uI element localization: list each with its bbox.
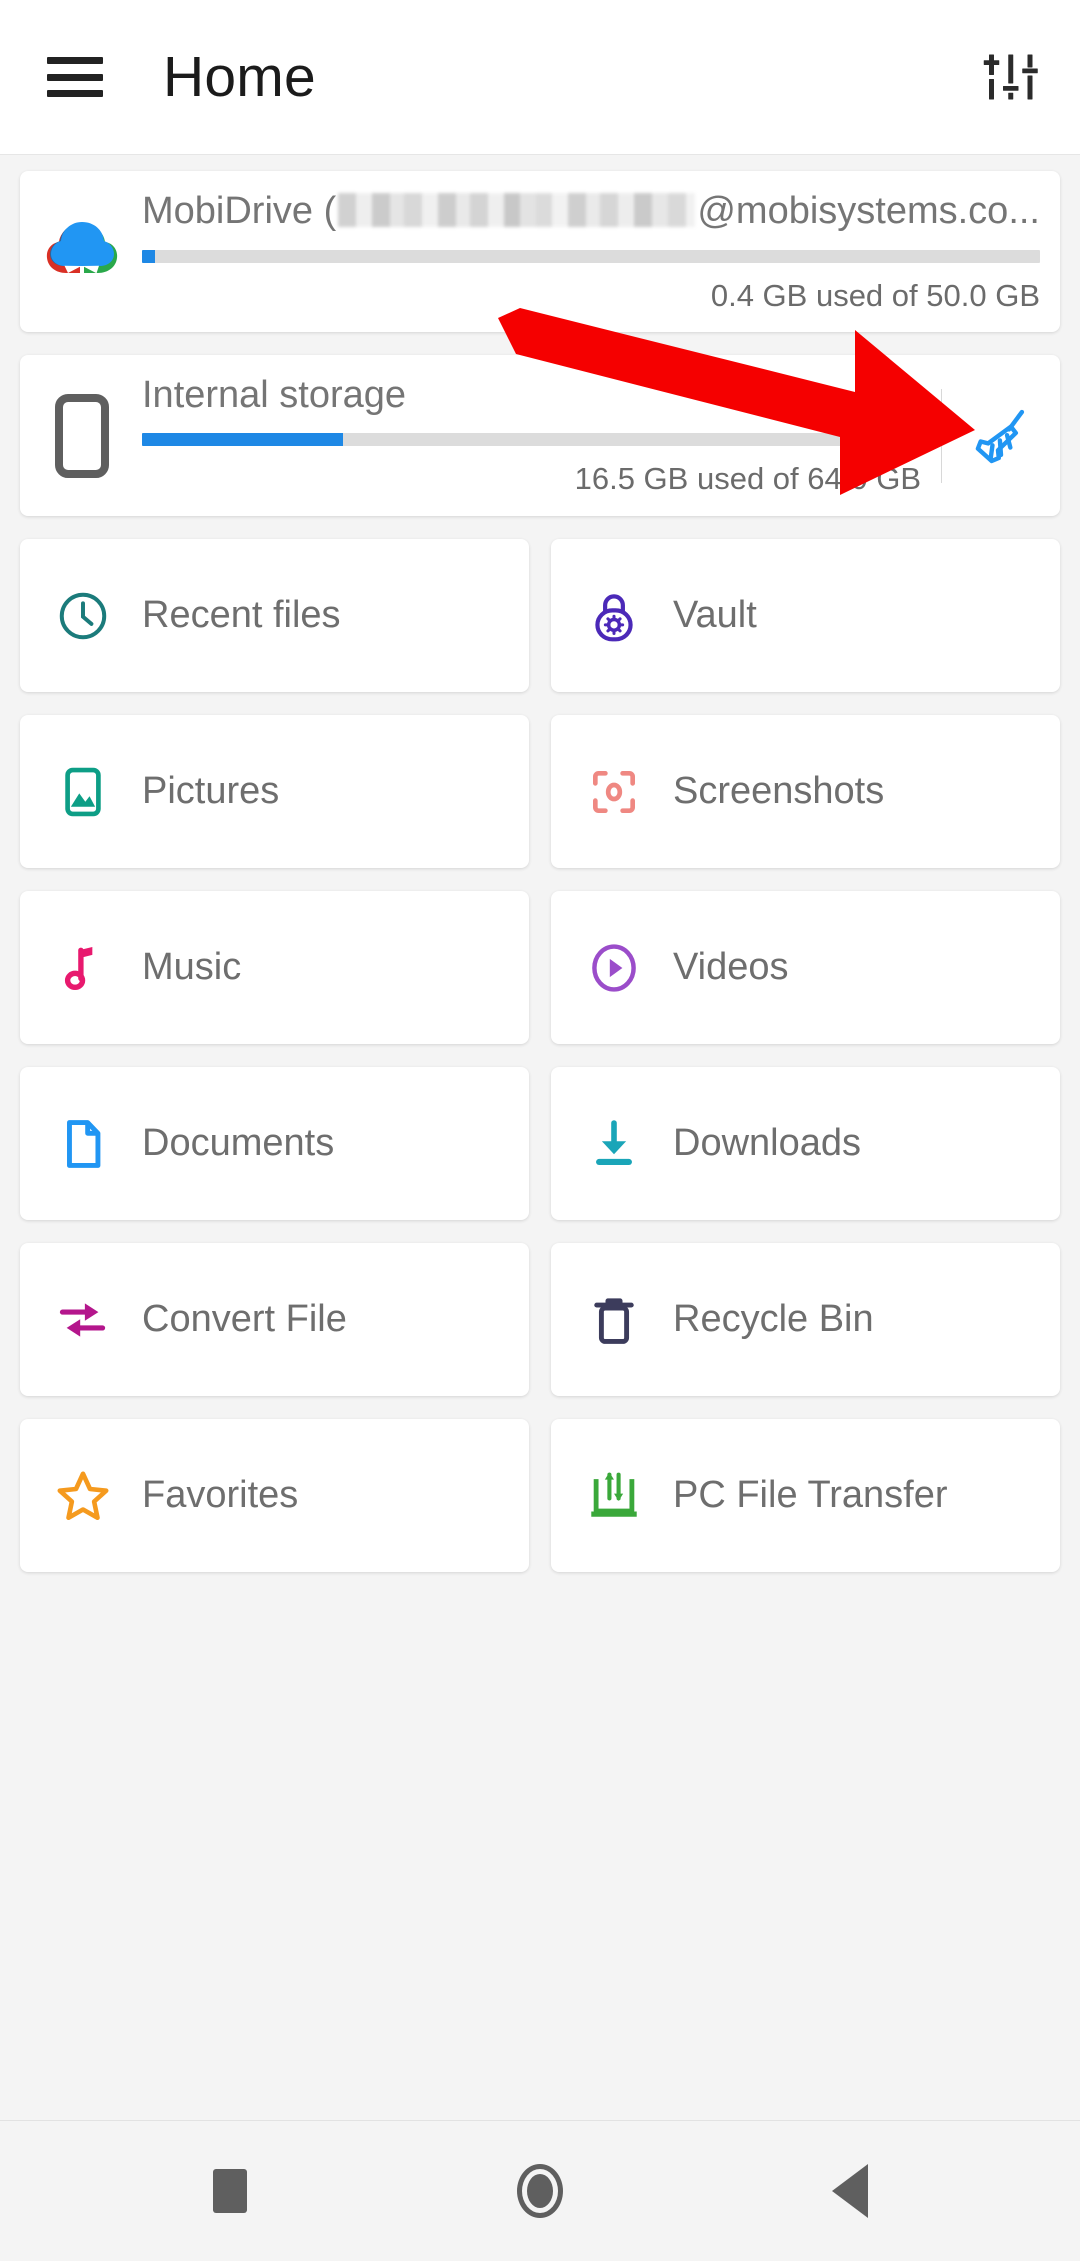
tile-label: Pictures xyxy=(142,770,280,812)
trash-icon xyxy=(583,1289,645,1351)
storage-usage-internal: 16.5 GB used of 64.0 GB xyxy=(574,461,921,497)
download-icon xyxy=(583,1113,645,1175)
star-icon xyxy=(52,1465,114,1527)
storage-name-suffix: @mobisystems.co... xyxy=(697,190,1040,233)
document-glyph xyxy=(67,1119,101,1168)
tile-convert-file[interactable]: Convert File xyxy=(20,1243,529,1396)
phone-device-glyph xyxy=(55,393,109,478)
clock-glyph xyxy=(59,592,107,639)
storage-name-prefix: MobiDrive ( xyxy=(142,190,337,233)
pc-transfer-glyph xyxy=(591,1471,637,1517)
recents-square-icon[interactable] xyxy=(185,2146,275,2236)
hamburger-bar xyxy=(47,73,103,81)
tile-recycle-bin[interactable]: Recycle Bin xyxy=(551,1243,1060,1396)
image-glyph xyxy=(65,767,101,816)
hamburger-menu-icon[interactable] xyxy=(47,57,103,97)
tile-pc-file-transfer[interactable]: PC File Transfer xyxy=(551,1419,1060,1572)
tile-label: Videos xyxy=(673,946,789,988)
screenshot-icon xyxy=(583,761,645,823)
storage-card-internal[interactable]: Internal storage 16.5 GB used of 64.0 GB xyxy=(20,355,1060,516)
tile-downloads[interactable]: Downloads xyxy=(551,1067,1060,1220)
tile-label: Screenshots xyxy=(673,770,885,812)
download-glyph xyxy=(596,1119,632,1165)
storage-progress-mobidrive xyxy=(142,249,1040,263)
pc-transfer-icon xyxy=(583,1465,645,1527)
tile-label: Downloads xyxy=(673,1122,861,1164)
trash-glyph xyxy=(594,1297,634,1344)
tile-videos[interactable]: Videos xyxy=(551,891,1060,1044)
hamburger-bar xyxy=(47,57,103,64)
music-note-glyph xyxy=(64,946,93,990)
convert-arrows-glyph xyxy=(59,1302,106,1337)
screenshot-glyph xyxy=(593,770,635,813)
home-circle-icon[interactable] xyxy=(495,2146,585,2236)
tile-label: Favorites xyxy=(142,1474,299,1516)
tile-label: Documents xyxy=(142,1122,335,1164)
tile-vault[interactable]: Vault xyxy=(551,539,1060,692)
storage-card-mobidrive[interactable]: MobiDrive ( @mobisystems.co... 0.4 GB use… xyxy=(20,171,1060,332)
storage-usage-mobidrive: 0.4 GB used of 50.0 GB xyxy=(710,277,1040,313)
app-root: Home MobiDrive (@mobisystems.co... 0.4 … xyxy=(0,0,1080,2261)
shortcut-grid: Recent files Vault Pictures Screenshots … xyxy=(20,539,1060,1572)
recents-square-glyph xyxy=(213,2169,247,2213)
play-circle-icon xyxy=(583,937,645,999)
tune-sliders-glyph xyxy=(983,54,1038,100)
phone-device-icon xyxy=(44,393,120,479)
page-title: Home xyxy=(163,45,316,109)
clock-icon xyxy=(52,585,114,647)
mobidrive-cloud-icon xyxy=(44,209,120,295)
broom-clean-icon[interactable] xyxy=(942,355,1060,516)
mobidrive-cloud-glyph xyxy=(46,221,118,273)
tile-documents[interactable]: Documents xyxy=(20,1067,529,1220)
tile-label: Music xyxy=(142,946,242,988)
document-icon xyxy=(52,1113,114,1175)
app-header: Home xyxy=(0,0,1080,155)
back-triangle-glyph xyxy=(832,2164,868,2218)
android-nav-bar xyxy=(0,2120,1080,2261)
storage-progress-fill xyxy=(142,249,155,263)
broom-clean-glyph xyxy=(975,409,1025,463)
home-circle-inner xyxy=(527,2174,553,2208)
lock-icon xyxy=(583,585,645,647)
tile-music[interactable]: Music xyxy=(20,891,529,1044)
storage-name-internal: Internal storage xyxy=(142,373,407,416)
tile-label: PC File Transfer xyxy=(673,1474,948,1516)
tile-label: Vault xyxy=(673,594,757,636)
back-triangle-icon[interactable] xyxy=(805,2146,895,2236)
storage-info-internal: Internal storage 16.5 GB used of 64.0 GB xyxy=(120,374,941,498)
tile-label: Convert File xyxy=(142,1298,347,1340)
tile-label: Recycle Bin xyxy=(673,1298,874,1340)
lock-glyph xyxy=(595,593,633,641)
storage-progress-fill xyxy=(142,433,343,447)
storage-name-mobidrive: MobiDrive ( @mobisystems.co... xyxy=(142,189,1040,234)
star-glyph xyxy=(57,1470,109,1520)
play-circle-glyph xyxy=(592,943,636,992)
masked-account-email xyxy=(338,193,696,228)
convert-arrows-icon xyxy=(52,1289,114,1351)
tile-favorites[interactable]: Favorites xyxy=(20,1419,529,1572)
tune-sliders-icon[interactable] xyxy=(976,42,1046,112)
hamburger-bar xyxy=(47,90,103,97)
tile-label: Recent files xyxy=(142,594,341,636)
home-circle-glyph xyxy=(517,2164,563,2218)
tile-pictures[interactable]: Pictures xyxy=(20,715,529,868)
image-icon xyxy=(52,761,114,823)
storage-progress-internal xyxy=(142,433,921,447)
main-content: MobiDrive ( @mobisystems.co... 0.4 GB use… xyxy=(0,155,1080,2120)
music-note-icon xyxy=(52,937,114,999)
tile-screenshots[interactable]: Screenshots xyxy=(551,715,1060,868)
storage-info-mobidrive: MobiDrive ( @mobisystems.co... 0.4 GB use… xyxy=(120,189,1060,314)
tile-recent-files[interactable]: Recent files xyxy=(20,539,529,692)
